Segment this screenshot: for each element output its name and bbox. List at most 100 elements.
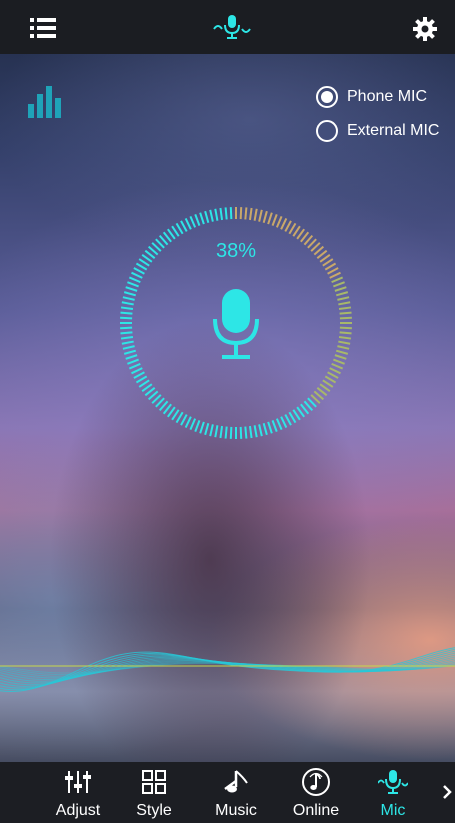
gauge-tick (280, 416, 288, 428)
nav-label-mic: Mic (380, 802, 406, 819)
gauge-tick-filled (329, 271, 341, 279)
top-bar (0, 0, 455, 54)
gauge-tick (128, 362, 141, 370)
gauge-tick (224, 426, 228, 439)
gauge-tick (194, 214, 201, 226)
gauge-tick-filled (324, 375, 337, 384)
gauge-tick (171, 225, 180, 237)
nav-item-mic[interactable]: Mic (357, 762, 429, 823)
gauge-tick (248, 425, 253, 439)
gauge-tick (123, 291, 137, 297)
gauge-tick (229, 426, 233, 439)
gauge-tick (184, 218, 192, 230)
nav-item-music[interactable]: Music (200, 762, 272, 823)
gauge-tick (267, 421, 273, 434)
gauge-tick-filled (329, 367, 341, 375)
nav-label-online: Online (292, 802, 340, 819)
external-mic-label: External MIC (347, 122, 440, 139)
gauge-tick (275, 418, 283, 431)
gauge-tick (131, 367, 143, 375)
gauge-tick (122, 345, 135, 350)
gauge-tick-filled (334, 286, 347, 292)
gauge-tick-filled (327, 267, 339, 275)
gauge-tick (214, 208, 219, 221)
gauge-tick (180, 414, 188, 426)
sound-wave-line (0, 652, 455, 687)
gear-icon[interactable] (412, 16, 438, 42)
gauge-tick-filled (338, 340, 351, 345)
microphone-icon[interactable] (212, 287, 260, 361)
gauge-tick-filled (322, 258, 334, 267)
gauge-tick (127, 358, 139, 365)
gauge-tick-filled (339, 311, 352, 315)
gauge-tick (229, 207, 233, 220)
gauge-tick-filled (338, 335, 352, 340)
gauge-tick (180, 220, 188, 232)
gauge-tick (184, 416, 192, 428)
grid-icon (142, 770, 166, 794)
nav-item-online[interactable]: Online (280, 762, 352, 823)
gauge-tick (125, 354, 138, 360)
bottom-navigation: Adjust Style Music Online Mic (0, 762, 455, 823)
gauge-tick (189, 418, 197, 431)
gauge-tick-filled (338, 306, 352, 311)
phone-mic-radio[interactable]: Phone MIC (316, 85, 439, 109)
radio-selected-dot (321, 91, 333, 103)
sliders-icon (65, 771, 91, 793)
chevron-right-icon[interactable] (440, 780, 455, 804)
radio-circle (316, 120, 338, 142)
gauge-tick (123, 349, 137, 355)
gauge-tick-filled (331, 276, 344, 284)
gauge-tick (135, 262, 148, 271)
external-mic-radio[interactable]: External MIC (316, 119, 439, 143)
gauge-tick-filled (267, 212, 273, 225)
gauge-tick (214, 425, 219, 438)
gauge-tick-filled (244, 207, 248, 220)
gauge-tick-filled (337, 345, 350, 350)
music-note-icon (224, 770, 248, 793)
gauge-tick (219, 207, 224, 221)
gauge-tick (244, 426, 248, 439)
mic-wave-logo-icon (212, 13, 252, 41)
nav-item-adjust[interactable]: Adjust (42, 762, 114, 823)
gauge-tick (239, 426, 243, 439)
nav-item-style[interactable]: Style (118, 762, 190, 823)
gauge-tick (194, 420, 201, 432)
gauge-tick-filled (333, 358, 345, 365)
gauge-tick (288, 411, 297, 424)
gauge-tick (133, 267, 145, 275)
gauge-tick-filled (333, 281, 345, 288)
equalizer-bars-icon[interactable] (28, 84, 62, 120)
gauge-tick (133, 371, 145, 379)
gauge-percent-text: 38% (215, 240, 257, 262)
gauge-tick (209, 424, 214, 437)
gauge-tick (121, 301, 134, 306)
mic-source-radio-group: Phone MIC External MIC (316, 85, 439, 153)
nav-label-style: Style (136, 802, 172, 819)
nav-label-adjust: Adjust (55, 802, 101, 819)
gauge-tick (120, 306, 134, 311)
gauge-tick-filled (248, 207, 253, 221)
nav-label-music: Music (215, 802, 257, 819)
gauge-tick-filled (284, 220, 292, 232)
gauge-tick (262, 422, 268, 436)
gauge-tick-filled (338, 301, 351, 306)
gauge-tick-filled (280, 218, 288, 230)
gauge-tick (175, 411, 184, 424)
list-menu-icon[interactable] (28, 16, 58, 40)
gauge-tick-filled (339, 316, 352, 320)
gauge-tick (135, 375, 148, 384)
gauge-tick-filled (331, 362, 344, 370)
gauge-tick (209, 209, 214, 222)
gauge-tick (171, 409, 180, 421)
gauge-tick (199, 421, 205, 434)
gauge-tick (138, 379, 150, 388)
gauge-tick (204, 210, 210, 224)
gauge-tick (271, 420, 278, 432)
gauge-tick-filled (253, 208, 258, 221)
gauge-tick-filled (258, 209, 263, 222)
phone-mic-label: Phone MIC (347, 88, 428, 105)
gauge-tick-filled (327, 371, 339, 379)
gauge-tick (127, 281, 139, 288)
gauge-tick-filled (335, 291, 349, 297)
